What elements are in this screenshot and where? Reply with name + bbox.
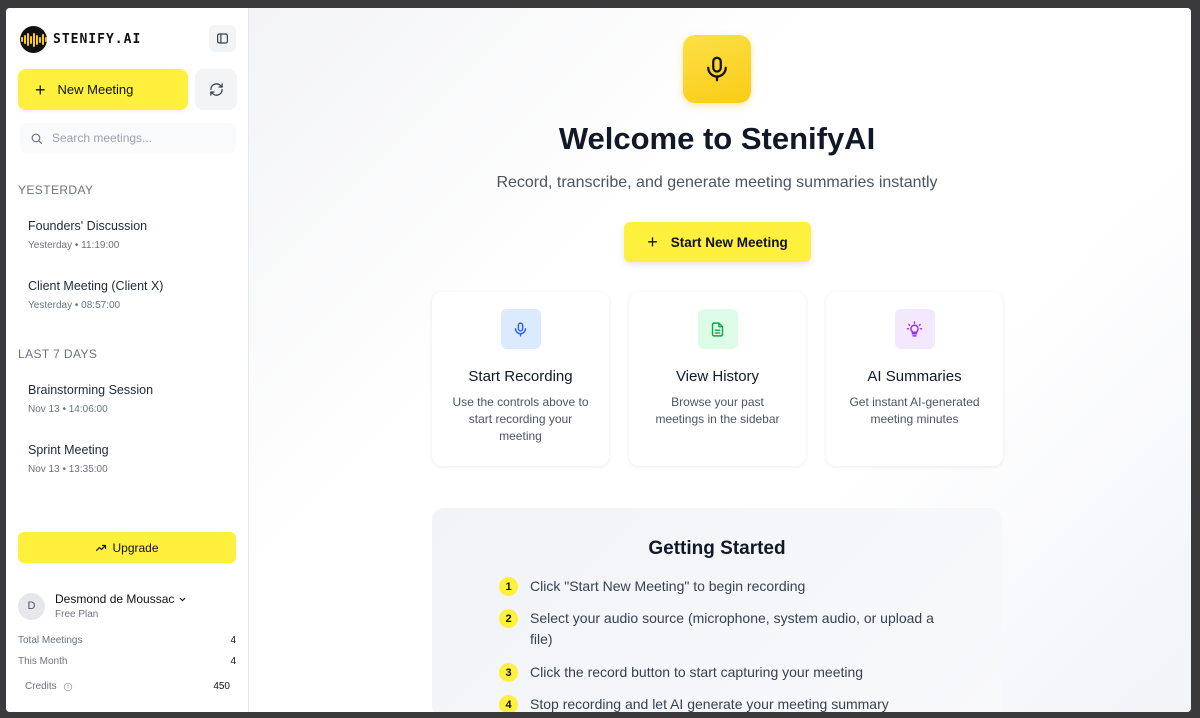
sidebar-toggle-icon — [217, 33, 228, 44]
avatar: D — [18, 592, 45, 620]
step-text: Stop recording and let AI generate your … — [530, 696, 889, 712]
new-meeting-button[interactable]: + New Meeting — [18, 69, 188, 110]
step-number: 4 — [499, 695, 518, 712]
page-subtitle: Record, transcribe, and generate meeting… — [496, 174, 938, 191]
step-text: Select your audio source (microphone, sy… — [530, 610, 934, 647]
step-item: 1 Click "Start New Meeting" to begin rec… — [499, 576, 939, 597]
meeting-time: Nov 13 • 13:35:00 — [28, 464, 108, 475]
meeting-title: Brainstorming Session — [28, 383, 154, 397]
sidebar: STENIFY.AI + New Meeting YESTERDAY Found… — [6, 8, 249, 712]
new-meeting-label: New Meeting — [57, 82, 134, 97]
chevron-down-icon — [180, 597, 186, 601]
user-name: Desmond de Moussac — [55, 592, 175, 606]
group-label-last-7-days: LAST 7 DAYS — [18, 347, 98, 361]
meeting-item[interactable]: Sprint Meeting Nov 13 • 13:35:00 — [28, 443, 228, 475]
user-name-row: Desmond de Moussac — [55, 592, 187, 606]
stat-value: 4 — [230, 656, 236, 667]
meeting-title: Sprint Meeting — [28, 443, 109, 457]
logo-icon — [20, 26, 47, 53]
stat-this-month: This Month 4 — [18, 656, 236, 667]
app-window: STENIFY.AI + New Meeting YESTERDAY Found… — [6, 8, 1191, 712]
step-number: 3 — [499, 663, 518, 682]
microphone-icon — [500, 309, 541, 349]
search-input[interactable] — [52, 131, 222, 145]
meeting-time: Yesterday • 08:57:00 — [28, 300, 121, 311]
trending-up-icon — [96, 544, 107, 551]
step-text: Click the record button to start capturi… — [530, 664, 864, 680]
card-description: Use the controls above to start recordin… — [452, 395, 589, 443]
getting-started-title: Getting Started — [648, 538, 786, 559]
card-title: AI Summaries — [867, 368, 962, 385]
page-title: Welcome to StenifyAI — [558, 121, 876, 156]
card-description: Get instant AI-generated meeting minutes — [849, 395, 980, 426]
stat-label: Credits — [25, 681, 57, 692]
card-view-history[interactable]: View History Browse your past meetings i… — [629, 292, 806, 466]
meeting-time: Yesterday • 11:19:00 — [28, 240, 120, 251]
collapse-sidebar-button[interactable] — [209, 25, 236, 52]
refresh-icon — [209, 83, 223, 96]
step-number: 2 — [499, 609, 518, 628]
meeting-title: Founders' Discussion — [28, 219, 148, 233]
card-start-recording[interactable]: Start Recording Use the controls above t… — [432, 292, 609, 466]
stat-label: This Month — [18, 656, 68, 667]
card-description: Browse your past meetings in the sidebar — [655, 395, 780, 426]
info-icon[interactable] — [63, 682, 73, 692]
microphone-icon — [683, 35, 751, 103]
brand[interactable]: STENIFY.AI — [20, 26, 141, 53]
plus-icon: + — [647, 231, 658, 252]
meeting-item[interactable]: Brainstorming Session Nov 13 • 14:06:00 — [28, 383, 228, 415]
card-ai-summaries[interactable]: AI Summaries Get instant AI-generated me… — [826, 292, 1003, 466]
stat-credits: Credits 450 — [18, 681, 236, 692]
meeting-title: Client Meeting (Client X) — [28, 279, 164, 293]
refresh-button[interactable] — [195, 69, 237, 110]
stat-value: 4 — [230, 635, 236, 646]
start-new-meeting-label: Start New Meeting — [670, 234, 788, 250]
getting-started-panel: Getting Started 1 Click "Start New Meeti… — [432, 508, 1002, 712]
step-item: 3 Click the record button to start captu… — [499, 662, 939, 683]
document-icon — [697, 309, 738, 349]
step-item: 4 Stop recording and let AI generate you… — [499, 694, 939, 712]
card-title: View History — [675, 368, 760, 385]
stat-label: Total Meetings — [18, 635, 83, 646]
user-menu[interactable]: D Desmond de Moussac Free Plan — [18, 592, 187, 620]
plus-icon: + — [35, 79, 46, 100]
step-number: 1 — [499, 577, 518, 596]
upgrade-button[interactable]: Upgrade — [18, 532, 236, 563]
step-item: 2 Select your audio source (microphone, … — [499, 608, 939, 650]
upgrade-label: Upgrade — [112, 540, 159, 555]
step-text: Click "Start New Meeting" to begin recor… — [530, 578, 806, 594]
meeting-time: Nov 13 • 14:06:00 — [28, 404, 108, 415]
meeting-item[interactable]: Client Meeting (Client X) Yesterday • 08… — [28, 279, 228, 311]
user-plan: Free Plan — [55, 609, 99, 620]
card-title: Start Recording — [468, 368, 573, 385]
group-label-yesterday: YESTERDAY — [18, 183, 94, 197]
brand-name: STENIFY.AI — [53, 32, 142, 47]
start-new-meeting-button[interactable]: + Start New Meeting — [624, 222, 811, 262]
main-content: Welcome to StenifyAI Record, transcribe,… — [249, 8, 1191, 712]
search-box[interactable] — [20, 123, 236, 153]
search-icon — [31, 133, 42, 144]
stat-total-meetings: Total Meetings 4 — [18, 635, 236, 646]
stat-value: 450 — [213, 681, 230, 692]
meeting-item[interactable]: Founders' Discussion Yesterday • 11:19:0… — [28, 219, 228, 251]
lightbulb-icon — [894, 309, 935, 349]
